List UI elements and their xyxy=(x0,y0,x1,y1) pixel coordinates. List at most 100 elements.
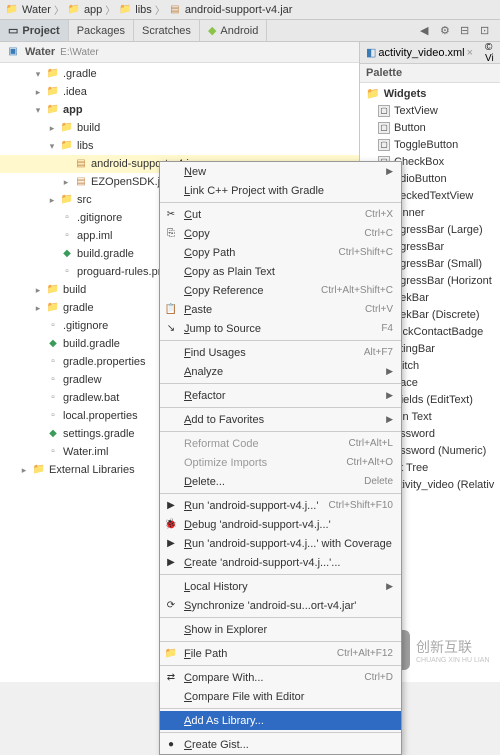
tree-row[interactable]: ▾📁libs xyxy=(0,137,359,155)
tree-label: .idea xyxy=(63,86,87,98)
menu-icon: ✂ xyxy=(164,208,178,222)
file-icon: ▫ xyxy=(46,391,60,405)
palette-item-label: eekBar (Discrete) xyxy=(394,309,480,321)
menu-item[interactable]: Copy as Plain Text xyxy=(160,262,401,281)
tree-label: .gradle xyxy=(63,68,97,80)
menu-item[interactable]: ●Create Gist... xyxy=(160,735,401,754)
expand-arrow-icon[interactable]: ▸ xyxy=(47,195,57,206)
menu-item[interactable]: Copy PathCtrl+Shift+C xyxy=(160,243,401,262)
menu-item[interactable]: Local History▶ xyxy=(160,577,401,596)
gear-icon[interactable]: ⚙ xyxy=(440,24,454,38)
jar-icon: ▤ xyxy=(168,3,182,17)
expand-arrow-icon[interactable]: ▾ xyxy=(33,69,43,80)
editor-tab[interactable]: ◧activity_video.xml× xyxy=(360,42,479,63)
fld-icon: 📁 xyxy=(46,301,60,315)
menu-item-label: Jump to Source xyxy=(184,323,261,335)
nav-back-icon[interactable]: ◀ xyxy=(420,24,434,38)
tree-label: build.gradle xyxy=(63,338,120,350)
tab-project[interactable]: ▭Project xyxy=(0,20,69,41)
menu-item[interactable]: Compare File with Editor xyxy=(160,687,401,706)
file-icon: ▫ xyxy=(46,319,60,333)
palette-section[interactable]: 📁Widgets xyxy=(360,85,500,102)
palette-item-label: uickContactBadge xyxy=(394,326,483,338)
menu-item[interactable]: ⎘CopyCtrl+C xyxy=(160,224,401,243)
tab-scratches[interactable]: Scratches xyxy=(134,20,200,41)
menu-item[interactable]: ⟳Synchronize 'android-su...ort-v4.jar' xyxy=(160,596,401,615)
menu-item[interactable]: 📁File PathCtrl+Alt+F12 xyxy=(160,644,401,663)
tree-row[interactable]: ▾📁.gradle xyxy=(0,65,359,83)
menu-icon: 🐞 xyxy=(164,518,178,532)
tree-row[interactable]: ▸📁build xyxy=(0,119,359,137)
breadcrumb-item[interactable]: 📁libs xyxy=(118,3,152,17)
hide-icon[interactable]: ⊡ xyxy=(480,24,494,38)
tree-row[interactable]: ▾📁app xyxy=(0,101,359,119)
fld-icon: 📁 xyxy=(46,85,60,99)
expand-arrow-icon[interactable]: ▸ xyxy=(33,87,43,98)
tree-label: local.properties xyxy=(63,410,138,422)
menu-item[interactable]: New▶ xyxy=(160,162,401,181)
menu-item-label: Delete... xyxy=(184,476,225,488)
collapse-icon[interactable]: ⊟ xyxy=(460,24,474,38)
breadcrumb-item[interactable]: ▤android-support-v4.jar xyxy=(168,3,293,17)
menu-item[interactable]: Add As Library... xyxy=(160,711,401,730)
tree-label: gradlew.bat xyxy=(63,392,119,404)
expand-arrow-icon[interactable]: ▸ xyxy=(33,303,43,314)
expand-arrow-icon[interactable]: ▾ xyxy=(33,105,43,116)
menu-shortcut: Ctrl+Alt+Shift+C xyxy=(321,285,393,296)
palette-item-label: ToggleButton xyxy=(394,139,458,151)
menu-item[interactable]: ✂CutCtrl+X xyxy=(160,205,401,224)
palette-item-label: heckedTextView xyxy=(394,190,473,202)
menu-item-label: Add As Library... xyxy=(184,715,264,727)
menu-item[interactable]: Add to Favorites▶ xyxy=(160,410,401,429)
menu-item-label: Find Usages xyxy=(184,347,246,359)
palette-item[interactable]: ▢TextView xyxy=(360,102,500,119)
palette-item[interactable]: ▢ToggleButton xyxy=(360,136,500,153)
palette-item[interactable]: ▢Button xyxy=(360,119,500,136)
palette-item-label: assword (Numeric) xyxy=(394,445,486,457)
menu-item[interactable]: 🐞Debug 'android-support-v4.j...' xyxy=(160,515,401,534)
menu-item[interactable]: 📋PasteCtrl+V xyxy=(160,300,401,319)
menu-item-label: Copy xyxy=(184,228,210,240)
menu-item[interactable]: Link C++ Project with Gradle xyxy=(160,181,401,200)
menu-item-label: Optimize Imports xyxy=(184,457,267,469)
menu-item-label: Copy as Plain Text xyxy=(184,266,275,278)
tab-android[interactable]: ◆Android xyxy=(200,20,267,41)
menu-item[interactable]: Analyze▶ xyxy=(160,362,401,381)
file-icon: ▫ xyxy=(60,211,74,225)
expand-arrow-icon[interactable]: ▸ xyxy=(33,285,43,296)
menu-item[interactable]: Delete...Delete xyxy=(160,472,401,491)
breadcrumb-item[interactable]: 📁Water xyxy=(5,3,51,17)
menu-item[interactable]: Copy ReferenceCtrl+Alt+Shift+C xyxy=(160,281,401,300)
menu-item[interactable]: ↘Jump to SourceF4 xyxy=(160,319,401,338)
menu-icon: 📋 xyxy=(164,303,178,317)
breadcrumb-item[interactable]: 📁app xyxy=(67,3,102,17)
menu-item[interactable]: ▶Run 'android-support-v4.j...' with Cove… xyxy=(160,534,401,553)
menu-shortcut: Ctrl+Alt+F12 xyxy=(337,648,393,659)
menu-shortcut: Alt+F7 xyxy=(364,347,393,358)
menu-shortcut: Ctrl+Alt+O xyxy=(346,457,393,468)
tree-label: build.gradle xyxy=(77,248,134,260)
menu-item-label: Link C++ Project with Gradle xyxy=(184,185,324,197)
palette-item-label: Fields (EditText) xyxy=(394,394,473,406)
menu-item[interactable]: Refactor▶ xyxy=(160,386,401,405)
expand-arrow-icon[interactable]: ▾ xyxy=(47,141,57,152)
expand-arrow-icon[interactable]: ▸ xyxy=(61,177,71,188)
tree-row[interactable]: ▸📁.idea xyxy=(0,83,359,101)
fld-icon: 📁 xyxy=(60,121,74,135)
menu-item: Optimize Imports Ctrl+Alt+O xyxy=(160,453,401,472)
folder-icon: 📁 xyxy=(366,87,380,100)
expand-arrow-icon[interactable]: ▸ xyxy=(47,123,57,134)
expand-arrow-icon[interactable]: ▸ xyxy=(19,465,29,476)
menu-item[interactable]: ⇄Compare With...Ctrl+D xyxy=(160,668,401,687)
menu-item[interactable]: Find Usages Alt+F7 xyxy=(160,343,401,362)
fld-blue-icon: 📁 xyxy=(60,139,74,153)
gradle-icon: ◆ xyxy=(46,427,60,441)
menu-item[interactable]: ▶Run 'android-support-v4.j...'Ctrl+Shift… xyxy=(160,496,401,515)
editor-tab-partial[interactable]: © Vi xyxy=(479,42,500,63)
close-icon[interactable]: × xyxy=(467,47,473,59)
menu-item[interactable]: ▶Create 'android-support-v4.j...'... xyxy=(160,553,401,572)
tab-packages[interactable]: Packages xyxy=(69,20,134,41)
tree-label: app.iml xyxy=(77,230,112,242)
menu-item-label: Create Gist... xyxy=(184,739,249,751)
menu-item[interactable]: Show in Explorer xyxy=(160,620,401,639)
